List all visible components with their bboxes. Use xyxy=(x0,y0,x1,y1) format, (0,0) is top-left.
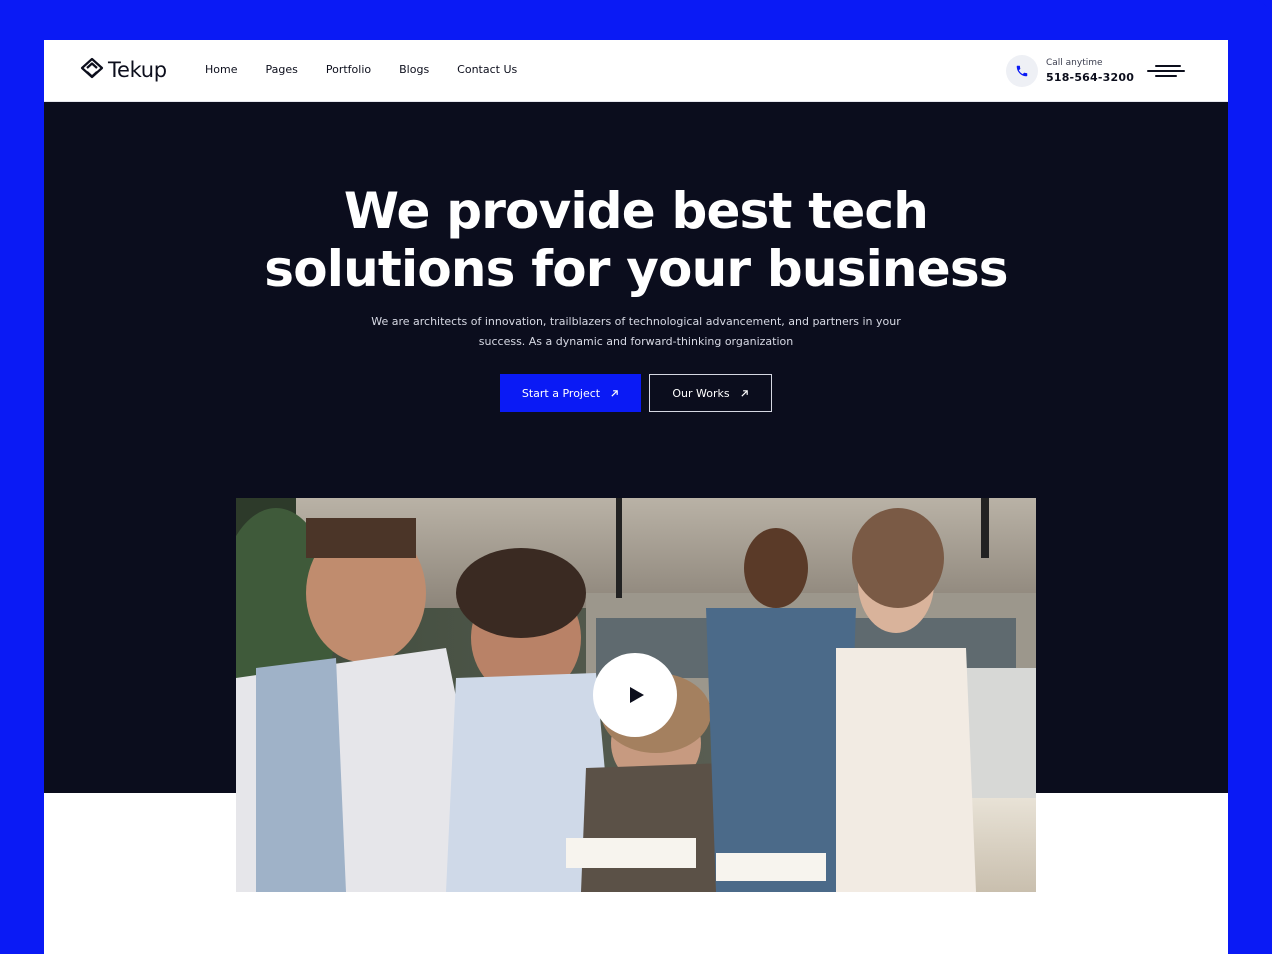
hero-video[interactable] xyxy=(236,498,1036,892)
call-number[interactable]: 518-564-3200 xyxy=(1046,70,1134,85)
play-icon xyxy=(629,687,644,703)
hero-title-line-1: We provide best tech xyxy=(343,182,929,240)
nav-pages[interactable]: Pages xyxy=(265,63,297,76)
hero-subtitle: We are architects of innovation, trailbl… xyxy=(371,315,901,348)
frame-corner xyxy=(1242,0,1272,30)
play-button[interactable] xyxy=(593,653,677,737)
nav-contact-us[interactable]: Contact Us xyxy=(457,63,517,76)
call-label: Call anytime xyxy=(1046,58,1103,68)
site-header: Tekup Home Pages Portfolio Blogs Contact… xyxy=(44,40,1228,102)
arrow-up-right-icon xyxy=(611,389,618,397)
logo-text: Tekup xyxy=(108,58,167,82)
call-text: Call anytime 518-564-3200 xyxy=(1046,57,1134,85)
phone-icon xyxy=(1006,55,1038,87)
hamburger-menu-icon[interactable] xyxy=(1147,64,1185,78)
hero-title: We provide best tech solutions for your … xyxy=(44,182,1228,298)
our-works-label: Our Works xyxy=(672,386,730,400)
nav-home[interactable]: Home xyxy=(205,63,237,76)
call-anytime[interactable]: Call anytime 518-564-3200 xyxy=(1006,55,1134,87)
browser-frame: Tekup Home Pages Portfolio Blogs Contact… xyxy=(44,40,1228,954)
logo[interactable]: Tekup xyxy=(80,57,167,83)
logo-mark-icon xyxy=(80,57,104,79)
nav-blogs[interactable]: Blogs xyxy=(399,63,429,76)
start-project-label: Start a Project xyxy=(521,386,601,400)
our-works-button[interactable]: Our Works xyxy=(649,374,772,412)
nav-portfolio[interactable]: Portfolio xyxy=(326,63,371,76)
arrow-up-right-icon xyxy=(740,389,748,397)
start-project-button[interactable]: Start a Project xyxy=(500,374,641,412)
main-nav: Home Pages Portfolio Blogs Contact Us xyxy=(205,63,545,76)
hero-title-line-2: solutions for your business xyxy=(264,240,1008,298)
